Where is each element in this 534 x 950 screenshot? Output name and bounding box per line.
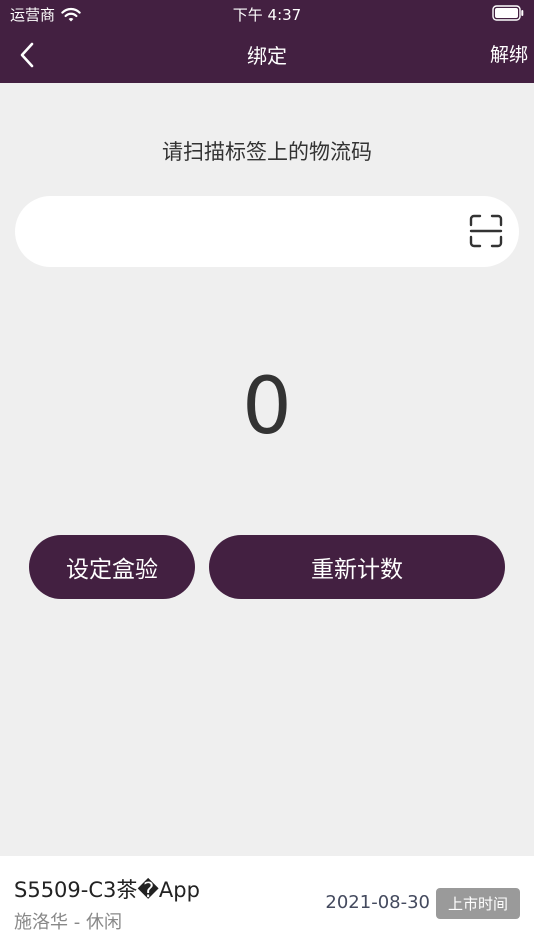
battery-icon — [492, 5, 524, 21]
product-name: S5509-C3茶�App — [14, 878, 200, 902]
scan-prompt: 请扫描标签上的物流码 — [162, 140, 372, 164]
page-title: 绑定 — [247, 44, 287, 68]
unbind-button[interactable]: 解绑 — [490, 40, 528, 67]
recount-button[interactable]: 重新计数 — [209, 535, 505, 599]
scan-field — [15, 196, 519, 267]
product-brand-category: 施洛华 - 休闲 — [14, 912, 122, 933]
status-bar: 运营商 下午 4:37 — [0, 0, 534, 28]
set-box-check-button[interactable]: 设定盒验 — [29, 535, 195, 599]
release-date: 2021-08-30 — [325, 892, 430, 913]
screen: 运营商 下午 4:37 绑定 解绑 请扫描标签上的物流码 0 设定盒验 重新计数… — [0, 0, 534, 950]
navigation-bar: 绑定 解绑 — [0, 28, 534, 83]
status-time: 下午 4:37 — [232, 6, 302, 24]
scan-count: 0 — [242, 362, 292, 452]
logistics-code-input[interactable] — [39, 196, 459, 267]
scan-icon[interactable] — [469, 214, 503, 248]
top-bar: 运营商 下午 4:37 绑定 解绑 — [0, 0, 534, 83]
release-date-tag: 上市时间 — [436, 888, 520, 919]
product-card: S5509-C3茶�App 施洛华 - 休闲 2021-08-30 上市时间 — [0, 856, 534, 950]
